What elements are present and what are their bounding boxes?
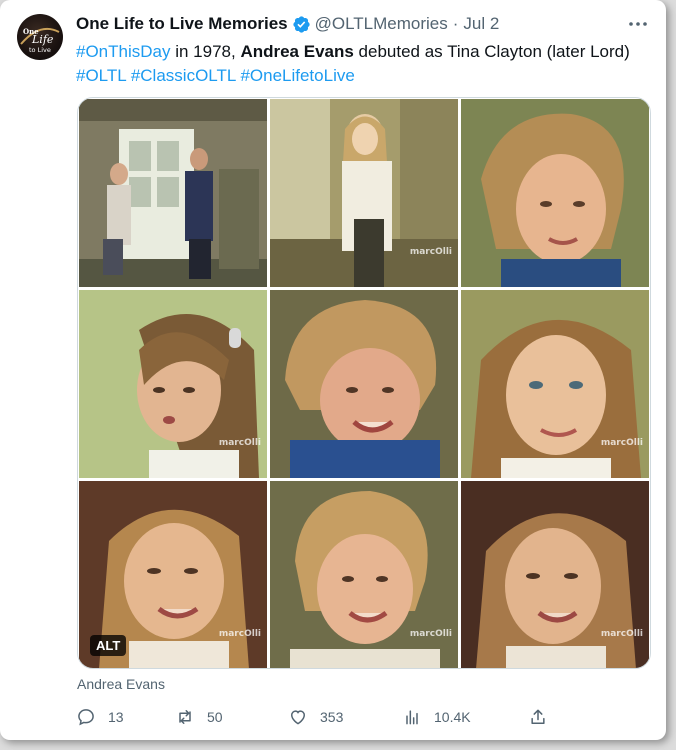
share-button[interactable] bbox=[528, 705, 560, 729]
more-icon[interactable] bbox=[626, 14, 650, 34]
svg-text:Life: Life bbox=[31, 33, 54, 46]
repost-count: 50 bbox=[207, 709, 223, 725]
photo-tile bbox=[461, 99, 649, 287]
avatar[interactable]: One Life to Live bbox=[17, 14, 63, 60]
watermark: marcOlli bbox=[600, 438, 643, 448]
media-caption: Andrea Evans bbox=[77, 676, 165, 692]
views-icon bbox=[406, 710, 418, 725]
views-count: 10.4K bbox=[434, 709, 471, 725]
display-name[interactable]: One Life to Live Memories bbox=[76, 14, 288, 34]
repost-button[interactable]: 50 bbox=[175, 705, 223, 729]
views-button[interactable]: 10.4K bbox=[402, 705, 471, 729]
photo-tile bbox=[79, 99, 267, 287]
reply-button[interactable]: 13 bbox=[76, 705, 124, 729]
photo-tile: marcOlli bbox=[461, 481, 649, 668]
hashtag-classicoltl[interactable]: #ClassicOLTL bbox=[131, 66, 236, 85]
hashtag-onthisday[interactable]: #OnThisDay bbox=[76, 42, 170, 61]
like-icon bbox=[290, 710, 306, 725]
hashtag-oltl[interactable]: #OLTL bbox=[76, 66, 126, 85]
tweet-text-name: Andrea Evans bbox=[240, 42, 354, 61]
avatar-logo: One Life to Live bbox=[20, 27, 60, 54]
watermark: marcOlli bbox=[409, 629, 452, 639]
photo-tile: marcOlli bbox=[461, 290, 649, 478]
tweet-date[interactable]: Jul 2 bbox=[463, 14, 499, 34]
tweet-text-part1: in 1978, bbox=[170, 42, 241, 61]
hashtag-onelifetolive[interactable]: #OneLifetoLive bbox=[240, 66, 354, 85]
watermark: marcOlli bbox=[409, 247, 452, 257]
like-count: 353 bbox=[320, 709, 344, 725]
watermark: marcOlli bbox=[600, 629, 643, 639]
separator-dot: · bbox=[452, 14, 459, 33]
reply-icon bbox=[78, 709, 94, 726]
watermark: marcOlli bbox=[218, 438, 261, 448]
tweet-actions: 13 50 353 10.4K bbox=[76, 705, 556, 729]
photo-tile bbox=[270, 290, 458, 478]
watermark: marcOlli bbox=[218, 629, 261, 639]
share-icon bbox=[531, 709, 545, 724]
photo-tile: marcOlli bbox=[79, 290, 267, 478]
tweet-card: One Life to Live One Life to Live Memori… bbox=[0, 0, 666, 740]
tweet-text: #OnThisDay in 1978, Andrea Evans debuted… bbox=[76, 40, 651, 88]
handle[interactable]: @OLTLMemories bbox=[315, 14, 448, 34]
media-image[interactable]: marcOlli marcOlli marcOlli marcOlli marc… bbox=[77, 97, 651, 669]
verified-badge-icon bbox=[292, 15, 310, 33]
reply-count: 13 bbox=[108, 709, 124, 725]
photo-tile: marcOlli bbox=[270, 99, 458, 287]
like-button[interactable]: 353 bbox=[288, 705, 343, 729]
repost-icon bbox=[179, 710, 191, 724]
photo-tile: marcOlli bbox=[270, 481, 458, 668]
svg-text:to Live: to Live bbox=[29, 46, 51, 54]
alt-text-badge[interactable]: ALT bbox=[90, 635, 127, 656]
tweet-header: One Life to Live Memories @OLTLMemories … bbox=[76, 12, 646, 36]
tweet-text-part2: debuted as Tina Clayton (later Lord) bbox=[353, 42, 630, 61]
